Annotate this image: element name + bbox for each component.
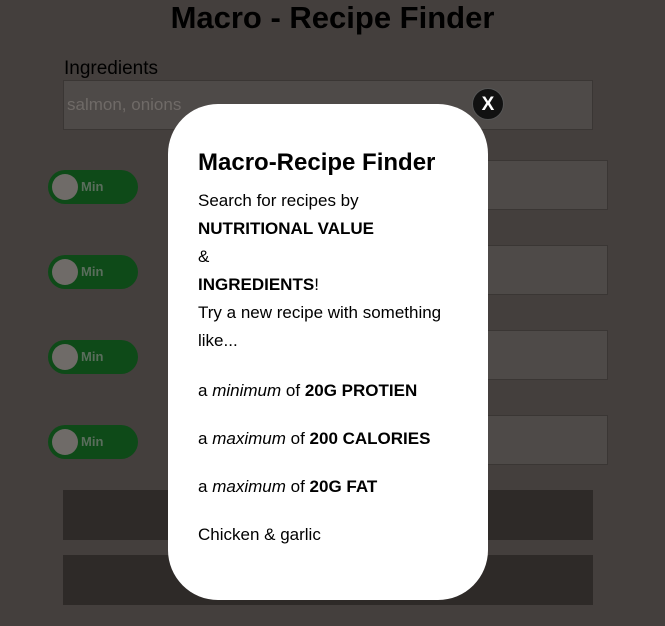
page-title: Macro - Recipe Finder [170, 0, 495, 35]
modal-ingredients-line: INGREDIENTS! [198, 271, 458, 299]
example-qualifier: minimum [212, 381, 282, 400]
example-value: 200 CALORIES [309, 429, 431, 448]
modal-example-2: a maximum of 200 CALORIES [198, 429, 458, 449]
modal-example-3: a maximum of 20G FAT [198, 477, 458, 497]
example-value: 20G PROTIEN [304, 381, 418, 400]
macro-value-input-4[interactable] [470, 415, 608, 465]
example-article: a [198, 381, 208, 400]
toggle-label: Min [81, 349, 104, 364]
modal-nutritional: NUTRITIONAL VALUE [198, 219, 374, 238]
modal-example-1: a minimum of 20G PROTIEN [198, 381, 458, 401]
modal-ingredient-example: Chicken & garlic [198, 525, 321, 544]
macro-value-input-3[interactable] [470, 330, 608, 380]
modal-intro: Search for recipes by [198, 191, 359, 210]
toggle-knob [52, 429, 78, 455]
toggle-knob [52, 344, 78, 370]
modal-ingredients: INGREDIENTS [198, 275, 315, 294]
modal-ampersand: & [198, 247, 210, 266]
example-value: 20G FAT [309, 477, 378, 496]
ingredients-label: Ingredients [64, 58, 159, 79]
modal-exclaim: ! [314, 275, 319, 294]
example-of: of [285, 381, 301, 400]
example-of: of [290, 429, 305, 448]
macro-toggle-3[interactable]: Min [48, 340, 138, 374]
toggle-label: Min [81, 264, 104, 279]
example-of: of [290, 477, 305, 496]
macro-toggle-4[interactable]: Min [48, 425, 138, 459]
example-article: a [198, 429, 208, 448]
toggle-label: Min [81, 434, 104, 449]
close-button[interactable]: X [472, 88, 504, 120]
macro-value-input-2[interactable] [470, 245, 608, 295]
modal-nutritional-line: NUTRITIONAL VALUE [198, 215, 458, 243]
macro-toggle-1[interactable]: Min [48, 170, 138, 204]
toggle-knob [52, 259, 78, 285]
macro-toggle-2[interactable]: Min [48, 255, 138, 289]
example-qualifier: maximum [212, 477, 286, 496]
macro-value-input-1[interactable] [470, 160, 608, 210]
toggle-label: Min [81, 179, 104, 194]
example-article: a [198, 477, 208, 496]
intro-modal: Macro-Recipe Finder Search for recipes b… [168, 104, 488, 600]
example-qualifier: maximum [212, 429, 286, 448]
modal-heading: Macro-Recipe Finder [198, 149, 436, 176]
toggle-knob [52, 174, 78, 200]
modal-try-line: Try a new recipe with something like... [198, 303, 442, 350]
